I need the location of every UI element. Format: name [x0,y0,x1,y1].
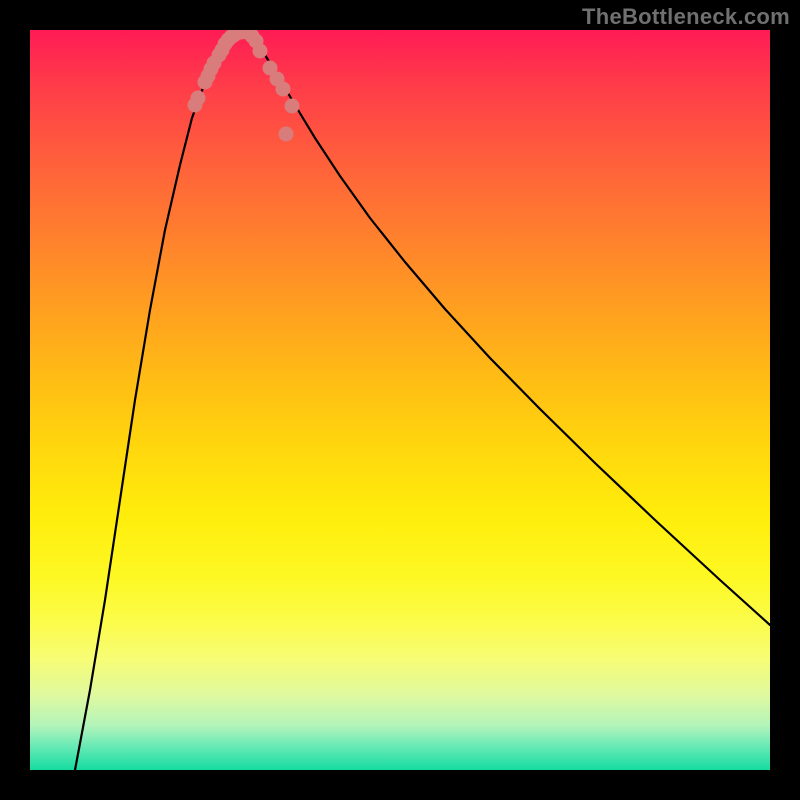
marker-dot [285,99,300,114]
plot-area [30,30,770,770]
left-curve [75,32,237,770]
right-curve [248,32,770,625]
plot-svg [30,30,770,770]
watermark-text: TheBottleneck.com [582,4,790,30]
marker-cluster [188,30,300,142]
marker-dot [279,127,294,142]
chart-frame: TheBottleneck.com [0,0,800,800]
marker-dot [276,82,291,97]
marker-dot [253,44,268,59]
marker-dot [191,91,206,106]
